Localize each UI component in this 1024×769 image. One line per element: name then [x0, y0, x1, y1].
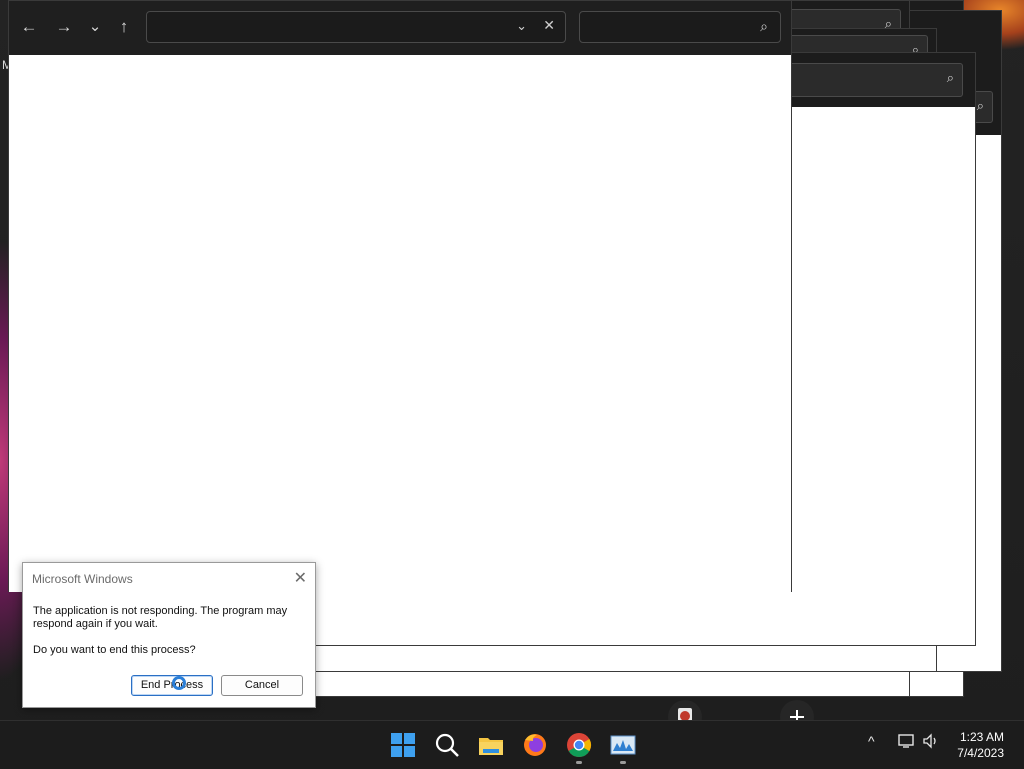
clock-time: 1:23 AM	[959, 730, 1004, 744]
taskbar: ^ 1:23 AM 7/4/2023	[0, 720, 1024, 769]
search-icon: ⌕	[976, 98, 984, 113]
address-clear-icon[interactable]: ✕	[543, 17, 555, 34]
explorer-content-area[interactable]	[9, 55, 791, 592]
busy-cursor-icon	[172, 676, 186, 690]
network-icon[interactable]	[898, 733, 916, 752]
up-arrow-icon[interactable]: ↑	[112, 15, 136, 39]
dialog-message: The application is not responding. The p…	[33, 605, 288, 630]
firefox-icon[interactable]	[521, 731, 549, 759]
recent-locations-chevron-icon[interactable]: ⌄	[83, 15, 107, 39]
address-dropdown-icon[interactable]: ⌄	[516, 18, 527, 34]
chrome-running-indicator	[576, 761, 582, 764]
clock-date: 7/4/2023	[957, 746, 1004, 760]
file-explorer-window[interactable]: ← → ⌄ ↑ ⌄ ✕ ⌕	[8, 0, 792, 592]
dialog-title: Microsoft Windows	[32, 572, 133, 586]
cancel-button[interactable]: Cancel	[221, 675, 303, 696]
windows-start-icon[interactable]	[389, 731, 417, 759]
system-clock[interactable]: 1:23 AM 7/4/2023	[957, 729, 1004, 761]
address-bar[interactable]: ⌄ ✕	[146, 11, 566, 43]
search-icon: ⌕	[946, 70, 954, 85]
back-arrow-icon[interactable]: ←	[17, 15, 41, 39]
close-icon[interactable]: ✕	[294, 568, 307, 588]
performance-monitor-running-indicator	[620, 761, 626, 764]
chrome-icon[interactable]	[565, 731, 593, 759]
performance-monitor-icon[interactable]	[609, 731, 637, 759]
file-explorer-icon[interactable]	[477, 731, 505, 759]
show-hidden-icons-chevron[interactable]: ^	[868, 733, 875, 749]
dialog-question: Do you want to end this process?	[33, 644, 196, 656]
explorer-toolbar: ← → ⌄ ↑ ⌄ ✕ ⌕	[9, 1, 791, 55]
search-input[interactable]: ⌕	[579, 11, 781, 43]
volume-icon[interactable]	[922, 733, 940, 752]
forward-arrow-icon[interactable]: →	[52, 15, 76, 39]
search-icon[interactable]	[433, 731, 461, 759]
not-responding-dialog: Microsoft Windows ✕ The application is n…	[22, 562, 316, 708]
search-icon: ⌕	[760, 18, 768, 34]
